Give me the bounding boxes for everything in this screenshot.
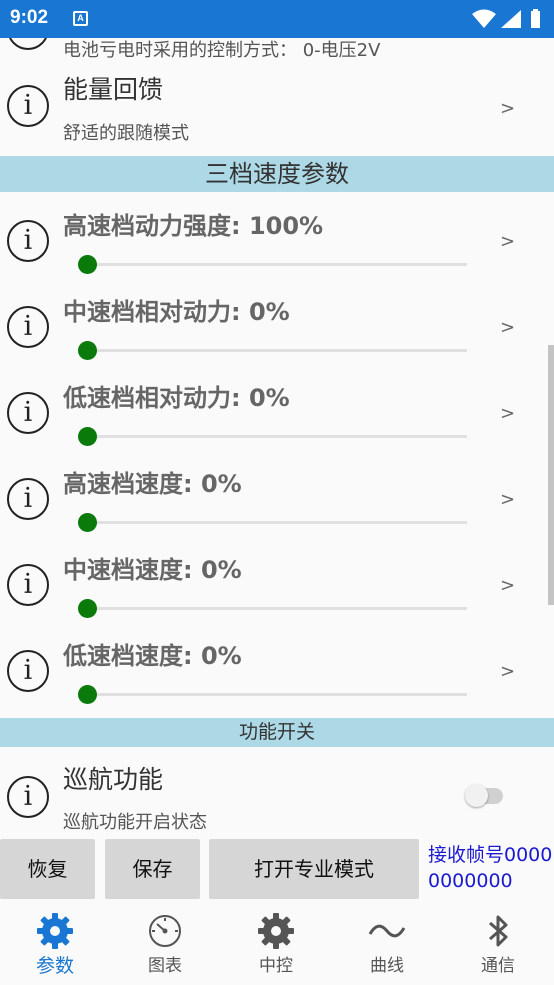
slider-title: 中速档相对动力: 0% — [63, 298, 290, 326]
slider-row-high-power[interactable]: i 高速档动力强度: 100% > — [0, 192, 554, 278]
tab-charts[interactable]: 图表 — [110, 902, 220, 985]
slider-track[interactable] — [80, 693, 467, 696]
settings-list[interactable]: 电池亏电时采用的控制方式： 0-电压2V i 能量回馈 舒适的跟随模式 > 三档… — [0, 38, 554, 838]
info-icon: i — [7, 478, 49, 520]
slider-track[interactable] — [80, 521, 467, 524]
cruise-toggle-knob[interactable] — [465, 784, 488, 807]
wave-icon — [368, 924, 406, 938]
partial-row[interactable]: 电池亏电时采用的控制方式： 0-电压2V — [0, 38, 554, 58]
gear-icon — [37, 913, 73, 949]
info-icon: i — [7, 650, 49, 692]
pro-mode-button[interactable]: 打开专业模式 — [209, 839, 419, 899]
slider-thumb[interactable] — [78, 599, 97, 618]
notification-icon: A — [73, 11, 88, 26]
restore-button[interactable]: 恢复 — [0, 839, 95, 899]
partial-row-text: 电池亏电时采用的控制方式： 0-电压2V — [63, 40, 381, 58]
info-icon — [7, 38, 49, 50]
info-icon: i — [7, 306, 49, 348]
slider-track[interactable] — [80, 263, 467, 266]
slider-row-high-speed[interactable]: i 高速档速度: 0% > — [0, 450, 554, 536]
slider-track[interactable] — [80, 607, 467, 610]
gear-icon — [258, 913, 294, 949]
tab-label: 图表 — [148, 956, 182, 976]
chevron-right-icon: > — [500, 489, 516, 510]
slider-title: 低速档速度: 0% — [63, 642, 242, 670]
info-icon: i — [7, 392, 49, 434]
slider-title: 低速档相对动力: 0% — [63, 384, 290, 412]
slider-row-mid-power[interactable]: i 中速档相对动力: 0% > — [0, 278, 554, 364]
status-time: 9:02 — [10, 7, 49, 28]
slider-row-low-power[interactable]: i 低速档相对动力: 0% > — [0, 364, 554, 450]
chevron-right-icon: > — [500, 231, 516, 252]
bottom-nav: 参数 图表 中控 曲线 通信 — [0, 902, 554, 985]
slider-row-mid-speed[interactable]: i 中速档速度: 0% > — [0, 536, 554, 622]
cruise-row[interactable]: i 巡航功能 巡航功能开启状态 — [0, 747, 554, 838]
cruise-title: 巡航功能 — [63, 765, 164, 794]
slider-thumb[interactable] — [78, 427, 97, 446]
chevron-right-icon: > — [500, 661, 516, 682]
signal-icon — [501, 10, 521, 28]
status-bar: 9:02 A — [0, 0, 554, 38]
tab-comms[interactable]: 通信 — [443, 902, 553, 985]
energy-feedback-title: 能量回馈 — [63, 75, 164, 104]
chevron-right-icon: > — [500, 403, 516, 424]
slider-thumb[interactable] — [78, 685, 97, 704]
tab-label: 曲线 — [370, 956, 404, 976]
info-icon: i — [7, 220, 49, 262]
chevron-right-icon: > — [500, 317, 516, 338]
chevron-right-icon: > — [500, 575, 516, 596]
slider-track[interactable] — [80, 435, 467, 438]
energy-feedback-subtitle: 舒适的跟随模式 — [63, 123, 189, 144]
slider-title: 高速档速度: 0% — [63, 470, 242, 498]
receive-frame-label: 接收帧号00000000000 — [428, 844, 553, 892]
scrollbar[interactable] — [548, 345, 554, 605]
tab-label: 中控 — [259, 956, 293, 976]
slider-title: 中速档速度: 0% — [63, 556, 242, 584]
tab-control[interactable]: 中控 — [221, 902, 331, 985]
slider-row-low-speed[interactable]: i 低速档速度: 0% > — [0, 622, 554, 718]
slider-thumb[interactable] — [78, 341, 97, 360]
energy-feedback-row[interactable]: i 能量回馈 舒适的跟随模式 > — [0, 58, 554, 156]
save-button[interactable]: 保存 — [105, 839, 200, 899]
tab-label: 参数 — [35, 955, 74, 977]
section-header-speed: 三档速度参数 — [0, 156, 554, 192]
slider-thumb[interactable] — [78, 513, 97, 532]
slider-track[interactable] — [80, 349, 467, 352]
gauge-icon — [149, 915, 181, 947]
slider-title: 高速档动力强度: 100% — [63, 212, 324, 240]
info-icon: i — [7, 564, 49, 606]
section-header-function: 功能开关 — [0, 718, 554, 747]
cruise-subtitle: 巡航功能开启状态 — [63, 812, 207, 833]
battery-icon — [531, 11, 540, 28]
info-icon: i — [7, 85, 49, 127]
tab-curves[interactable]: 曲线 — [332, 902, 442, 985]
wifi-icon — [472, 9, 496, 28]
status-icons — [472, 9, 540, 28]
chevron-right-icon: > — [500, 98, 516, 119]
bluetooth-icon — [489, 915, 508, 947]
slider-thumb[interactable] — [78, 255, 97, 274]
info-icon: i — [7, 776, 49, 818]
tab-label: 通信 — [481, 956, 515, 976]
tab-params[interactable]: 参数 — [0, 902, 110, 985]
